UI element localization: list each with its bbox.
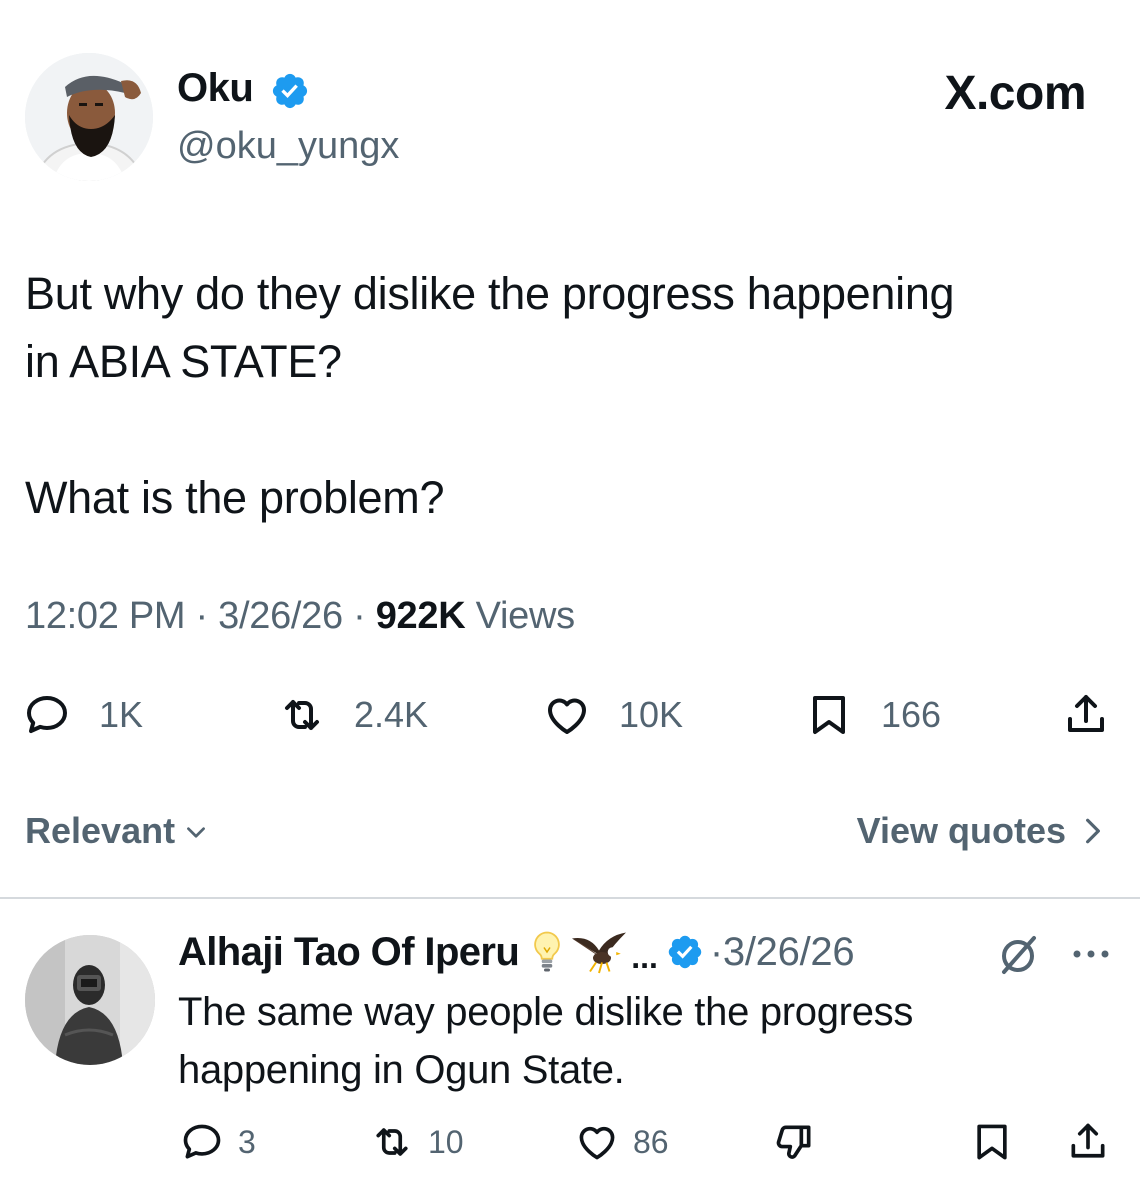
repost-icon [285, 700, 319, 730]
tweet-time[interactable]: 12:02 PM [25, 595, 186, 637]
grok-icon[interactable] [996, 930, 1044, 978]
more-icon[interactable] [1070, 936, 1112, 972]
bookmark-button[interactable]: 166 [805, 690, 941, 740]
reply-author-avatar[interactable] [25, 935, 155, 1065]
lightbulb-icon [534, 931, 561, 972]
tweet-text: But why do they dislike the progress hap… [25, 260, 1105, 532]
repost-button[interactable]: 2.4K [278, 690, 428, 740]
author-display-name[interactable]: Oku [177, 66, 254, 111]
bookmark-icon [977, 1124, 1007, 1160]
reply-share-button[interactable] [1066, 1118, 1110, 1166]
reply-author-name[interactable]: Alhaji Tao Of Iperu [178, 930, 520, 975]
author-avatar[interactable] [25, 53, 153, 181]
tweet-text-line: What is the problem? [25, 472, 445, 523]
heart-icon [547, 698, 587, 734]
tweet-text-line: But why do they dislike the progress hap… [25, 268, 955, 319]
reply-like-button[interactable]: 86 [575, 1118, 669, 1166]
view-quotes-link[interactable]: View quotes [857, 810, 1106, 852]
view-quotes-label: View quotes [856, 810, 1066, 851]
author-handle[interactable]: @oku_yungx [177, 125, 399, 168]
reply-repost-count: 10 [428, 1123, 464, 1160]
reply-text-line: The same way people dislike the progress [178, 990, 914, 1034]
tweet-meta: 12:02 PM · 3/26/26 · 922K Views [25, 595, 575, 637]
views-count: 922K [375, 595, 466, 637]
tweet-text-line: in ABIA STATE? [25, 336, 342, 387]
sort-replies-dropdown[interactable]: Relevant [25, 810, 209, 852]
reply-icon [183, 1124, 221, 1159]
reply-header: Alhaji Tao Of Iperu ... ·3/26/26 [178, 926, 855, 978]
repost-count: 2.4K [354, 694, 429, 735]
avatar-photo [25, 935, 155, 1065]
share-button[interactable] [1062, 690, 1110, 740]
verified-badge-icon[interactable] [666, 933, 704, 971]
share-icon [1071, 1123, 1105, 1158]
reply-like-count: 86 [633, 1123, 669, 1160]
like-count: 10K [619, 694, 684, 735]
thumbs-down-icon [776, 1125, 811, 1159]
reply-repost-button[interactable]: 10 [370, 1118, 464, 1166]
repost-icon [376, 1128, 408, 1156]
reply-reply-button[interactable]: 3 [180, 1118, 256, 1166]
reply-count: 1K [99, 694, 144, 735]
reply-date-value: 3/26/26 [722, 929, 855, 974]
reply-text-line: happening in Ogun State. [178, 1048, 625, 1092]
bookmark-icon [813, 696, 845, 734]
section-divider [0, 897, 1140, 899]
reply-reply-count: 3 [238, 1123, 256, 1160]
chevron-right-icon [1086, 818, 1100, 844]
eagle-icon [572, 932, 627, 974]
chevron-down-icon [187, 827, 206, 838]
reply-bookmark-button[interactable] [970, 1118, 1014, 1166]
avatar-illustration [25, 53, 153, 181]
heart-icon [579, 1126, 615, 1160]
date-separator: · [709, 929, 723, 974]
reply-dislike-button[interactable] [772, 1118, 816, 1166]
reply-date[interactable]: ·3/26/26 [709, 929, 855, 975]
site-watermark: X.com [944, 67, 1086, 120]
name-truncation: ... [631, 938, 658, 975]
bookmark-count: 166 [881, 694, 942, 735]
reply-text: The same way people dislike the progress… [178, 983, 1078, 1099]
tweet-date[interactable]: 3/26/26 [218, 595, 343, 637]
like-button[interactable]: 10K [543, 690, 683, 740]
reply-button[interactable]: 1K [23, 690, 143, 740]
reply-icon [27, 696, 67, 733]
verified-badge-icon[interactable] [270, 71, 310, 111]
share-icon [1068, 695, 1104, 732]
sort-label: Relevant [25, 810, 176, 851]
views-label: Views [475, 595, 575, 637]
